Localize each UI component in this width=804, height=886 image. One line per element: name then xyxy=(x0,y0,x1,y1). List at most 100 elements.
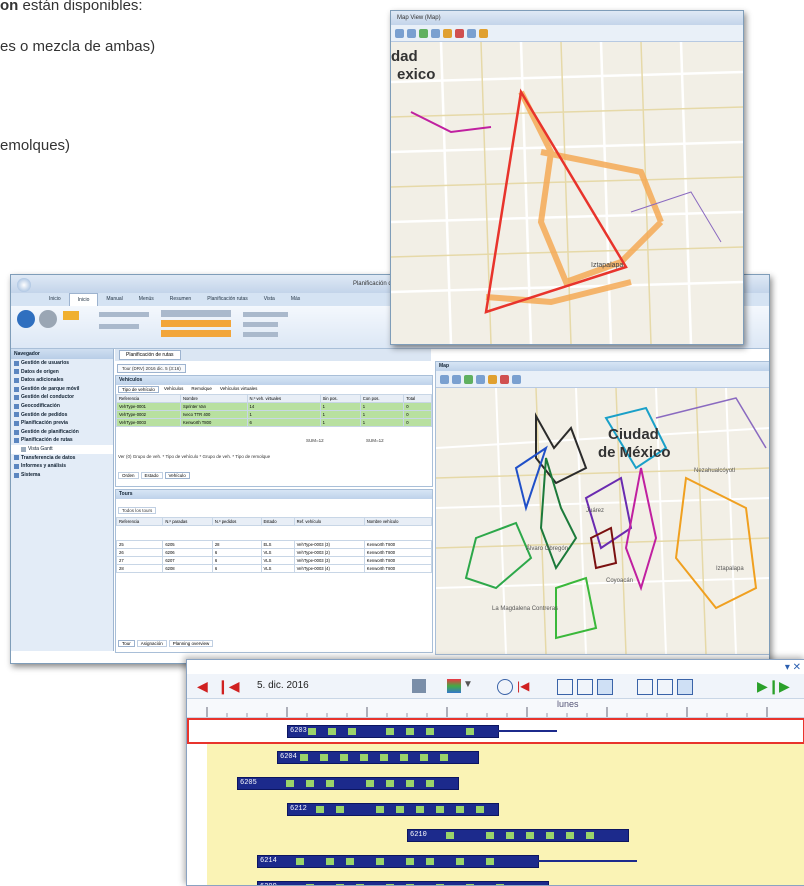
stop-icon[interactable] xyxy=(39,310,57,328)
play-icon[interactable] xyxy=(17,310,35,328)
stop-segment[interactable] xyxy=(426,728,434,735)
stop-segment[interactable] xyxy=(386,780,394,787)
bottom-tab[interactable]: Orden xyxy=(118,472,139,479)
ribbon-button[interactable] xyxy=(99,312,149,317)
last-day-icon[interactable]: ▶❙ xyxy=(757,679,780,693)
vehicles-subtab[interactable]: Remolque xyxy=(188,386,215,393)
stop-segment[interactable] xyxy=(326,780,334,787)
gantt-row[interactable]: 6214 xyxy=(207,848,804,874)
optimize-all-button[interactable] xyxy=(161,330,231,337)
column-header[interactable]: Total xyxy=(403,394,432,403)
nav-item[interactable]: Gestión de parque móvil xyxy=(11,385,113,394)
nav-item[interactable]: Sistema xyxy=(11,471,113,480)
map-tool-icon[interactable] xyxy=(431,28,440,38)
stop-segment[interactable] xyxy=(336,806,344,813)
tour-bar[interactable]: 6204 xyxy=(277,751,479,764)
stop-segment[interactable] xyxy=(440,754,448,761)
stop-segment[interactable] xyxy=(586,832,594,839)
zoom-out-icon[interactable] xyxy=(452,374,461,384)
stop-segment[interactable] xyxy=(366,780,374,787)
gantt-window-controls[interactable]: ▾ ✕ xyxy=(785,662,801,673)
nav-item[interactable]: Informes y análisis xyxy=(11,462,113,471)
stop-segment[interactable] xyxy=(486,858,494,865)
bottom-tab[interactable]: Vehículo xyxy=(164,472,190,479)
stop-segment[interactable] xyxy=(426,858,434,865)
bottom-tab[interactable]: Asignación xyxy=(136,640,167,647)
stop-segment[interactable] xyxy=(506,832,514,839)
ribbon-tab[interactable]: Más xyxy=(283,293,308,306)
stop-segment[interactable] xyxy=(376,806,384,813)
bottom-tab[interactable]: Tour xyxy=(118,640,135,647)
gantt-row[interactable]: 6203 xyxy=(187,718,804,744)
gantt-row[interactable]: 6205 xyxy=(207,770,804,796)
stop-segment[interactable] xyxy=(286,780,294,787)
stop-segment[interactable] xyxy=(300,754,308,761)
nav-item[interactable]: Transferencia de datos xyxy=(11,454,113,463)
next-day-icon[interactable]: ▶ xyxy=(779,679,793,693)
go-to-now-icon[interactable]: |◀ xyxy=(517,679,531,693)
map-tool-icon[interactable] xyxy=(419,28,428,38)
zoom-in-icon[interactable] xyxy=(440,374,449,384)
fit-horizontal-icon[interactable] xyxy=(637,679,653,695)
stop-segment[interactable] xyxy=(446,832,454,839)
tour-bar[interactable]: 6210 xyxy=(407,829,629,842)
tours-filter[interactable]: Todos los tours xyxy=(118,507,157,514)
stop-segment[interactable] xyxy=(406,728,414,735)
stop-segment[interactable] xyxy=(306,780,314,787)
column-header[interactable]: Nombre vehículo xyxy=(363,517,433,526)
column-header[interactable]: Referencia xyxy=(116,394,181,403)
ribbon-button[interactable] xyxy=(243,312,288,317)
stop-segment[interactable] xyxy=(346,858,354,865)
vehicles-subtab[interactable]: Vehículos virtuales xyxy=(217,386,261,393)
stop-segment[interactable] xyxy=(326,858,334,865)
stop-segment[interactable] xyxy=(340,754,348,761)
clock-icon[interactable] xyxy=(497,679,513,695)
stop-segment[interactable] xyxy=(316,806,324,813)
ribbon-tab[interactable]: Inicio xyxy=(41,293,69,306)
prev-day-icon[interactable]: ◀ xyxy=(197,679,211,693)
table-row[interactable]: 27 6207 6 VLS VehType-0003 (3) Kenworth T800 xyxy=(115,556,433,565)
nav-item[interactable]: Planificación de rutas xyxy=(11,436,113,445)
ribbon-tab[interactable]: Resumen xyxy=(162,293,199,306)
zoom-out-vertical-icon[interactable] xyxy=(577,679,593,695)
table-row[interactable]: VehType-0001 Sprinter Van 14 1 1 0 xyxy=(116,402,432,411)
tour-subtab[interactable]: Tour (DRV) 2016 dic. 5 (3:16) xyxy=(117,364,186,373)
stop-segment[interactable] xyxy=(426,780,434,787)
stop-segment[interactable] xyxy=(456,806,464,813)
tour-bar[interactable]: 6214 xyxy=(257,855,539,868)
stop-segment[interactable] xyxy=(486,832,494,839)
map-window-canvas[interactable]: dad exico Iztapalapa xyxy=(391,42,743,344)
stop-segment[interactable] xyxy=(566,832,574,839)
layers-icon[interactable] xyxy=(443,28,452,38)
map-tool-icon[interactable] xyxy=(455,28,464,38)
gantt-row[interactable]: 6212 xyxy=(207,796,804,822)
settings-icon[interactable] xyxy=(412,679,426,693)
zoom-out-icon[interactable] xyxy=(407,28,416,38)
nav-item[interactable]: Gestión del conductor xyxy=(11,393,113,402)
zoom-in-vertical-icon[interactable] xyxy=(597,679,613,695)
zoom-in-horizontal-icon[interactable] xyxy=(677,679,693,695)
layers-icon[interactable] xyxy=(488,374,497,384)
stop-segment[interactable] xyxy=(436,806,444,813)
table-row[interactable]: 25 6205 28 ELS VehType-0003 (3) Kenworth T800 xyxy=(115,540,433,549)
gantt-row[interactable]: 6204 xyxy=(207,744,804,770)
ribbon-tab[interactable]: Planificación rutas xyxy=(199,293,256,306)
column-header[interactable]: N.º pedidos xyxy=(211,517,262,526)
zoom-in-icon[interactable] xyxy=(395,28,404,38)
stop-segment[interactable] xyxy=(380,754,388,761)
ribbon-button[interactable] xyxy=(161,310,231,317)
nav-item[interactable]: Gestión de usuarios xyxy=(11,359,113,368)
map-tool-icon[interactable] xyxy=(500,374,509,384)
map-tool-icon[interactable] xyxy=(512,374,521,384)
stop-segment[interactable] xyxy=(308,728,316,735)
stop-segment[interactable] xyxy=(406,780,414,787)
color-legend-icon[interactable] xyxy=(447,679,461,693)
stop-segment[interactable] xyxy=(476,806,484,813)
stop-segment[interactable] xyxy=(526,832,534,839)
first-day-icon[interactable]: ❙◀ xyxy=(217,679,240,693)
stop-segment[interactable] xyxy=(348,728,356,735)
ribbon-tab[interactable]: Vista xyxy=(256,293,283,306)
ribbon-tab[interactable]: Manual xyxy=(98,293,130,306)
map-tool-icon[interactable] xyxy=(476,374,485,384)
vehicles-subtab[interactable]: Tipo de vehículo xyxy=(118,386,159,393)
